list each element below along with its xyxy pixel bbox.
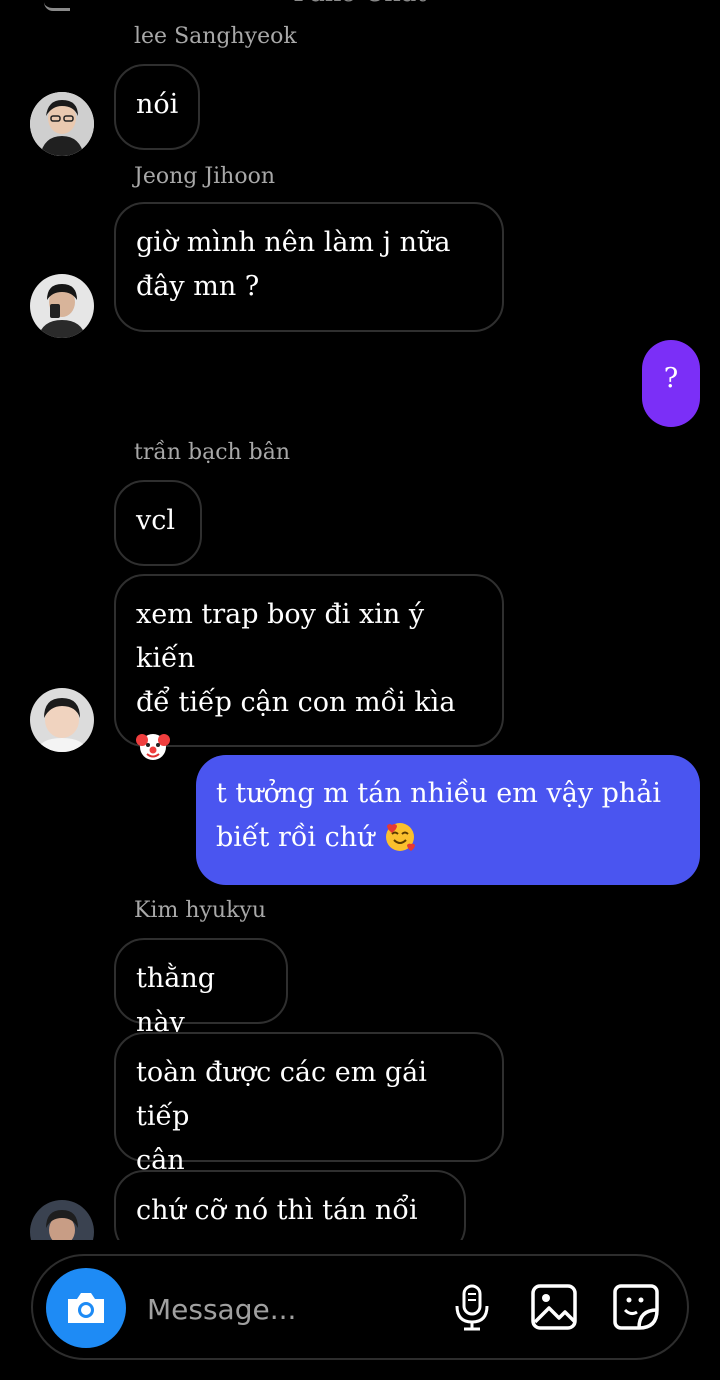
- avatar[interactable]: [30, 688, 94, 752]
- chat-title: Fake Chat: [0, 0, 720, 8]
- message-text-line: t tưởng m tán nhiều em vậy phải: [216, 778, 662, 809]
- message-bubble[interactable]: nói: [114, 64, 200, 150]
- sent-message-bubble[interactable]: ?: [642, 340, 700, 427]
- message-text-line: biết rồi chứ: [216, 822, 375, 853]
- message-composer: [31, 1254, 689, 1360]
- sticker-icon[interactable]: [611, 1282, 661, 1332]
- avatar[interactable]: [30, 274, 94, 338]
- message-bubble[interactable]: chứ cỡ nó thì tán nổi ai: [114, 1170, 466, 1240]
- camera-icon: [68, 1293, 104, 1323]
- sender-name: lee Sanghyeok: [134, 24, 297, 49]
- message-text: nói: [136, 89, 179, 120]
- message-text-line: giờ mình nên làm j nữa: [136, 227, 451, 258]
- message-list[interactable]: Fake Chat lee Sanghyeok nói Jeong Jihoon…: [0, 0, 720, 1240]
- message-text: thằng này: [136, 963, 216, 1038]
- message-text: vcl: [136, 505, 176, 536]
- microphone-icon[interactable]: [447, 1282, 497, 1332]
- message-input[interactable]: [145, 1284, 429, 1334]
- avatar[interactable]: [30, 1200, 94, 1240]
- message-bubble[interactable]: toàn được các em gái tiếp cận: [114, 1032, 504, 1176]
- sender-name: Kim hyukyu: [134, 898, 267, 923]
- camera-button[interactable]: [46, 1268, 126, 1348]
- message-bubble[interactable]: vcl: [114, 480, 202, 566]
- clown-face-icon: [136, 733, 170, 760]
- message-text: ?: [663, 363, 679, 394]
- message-text-line: đây mn ?: [136, 271, 260, 302]
- message-text: chứ cỡ nó thì tán nổi ai: [136, 1195, 418, 1240]
- message-bubble[interactable]: thằng này: [114, 938, 288, 1038]
- message-text-line: toàn được các em gái tiếp: [136, 1057, 427, 1132]
- gallery-icon[interactable]: [529, 1282, 579, 1332]
- message-text-line: xem trap boy đi xin ý kiến: [136, 599, 425, 674]
- sent-message-bubble[interactable]: t tưởng m tán nhiều em vậy phải biết rồi…: [196, 755, 700, 885]
- avatar[interactable]: [30, 92, 94, 156]
- sender-name: Jeong Jihoon: [134, 164, 276, 189]
- sender-name: trần bạch bân: [134, 440, 291, 465]
- smiling-face-with-hearts-icon: [386, 822, 416, 851]
- message-text-line: để tiếp cận con mồi kìa: [136, 687, 456, 718]
- message-bubble[interactable]: xem trap boy đi xin ý kiến để tiếp cận c…: [114, 574, 504, 760]
- message-bubble[interactable]: giờ mình nên làm j nữa đây mn ?: [114, 202, 504, 332]
